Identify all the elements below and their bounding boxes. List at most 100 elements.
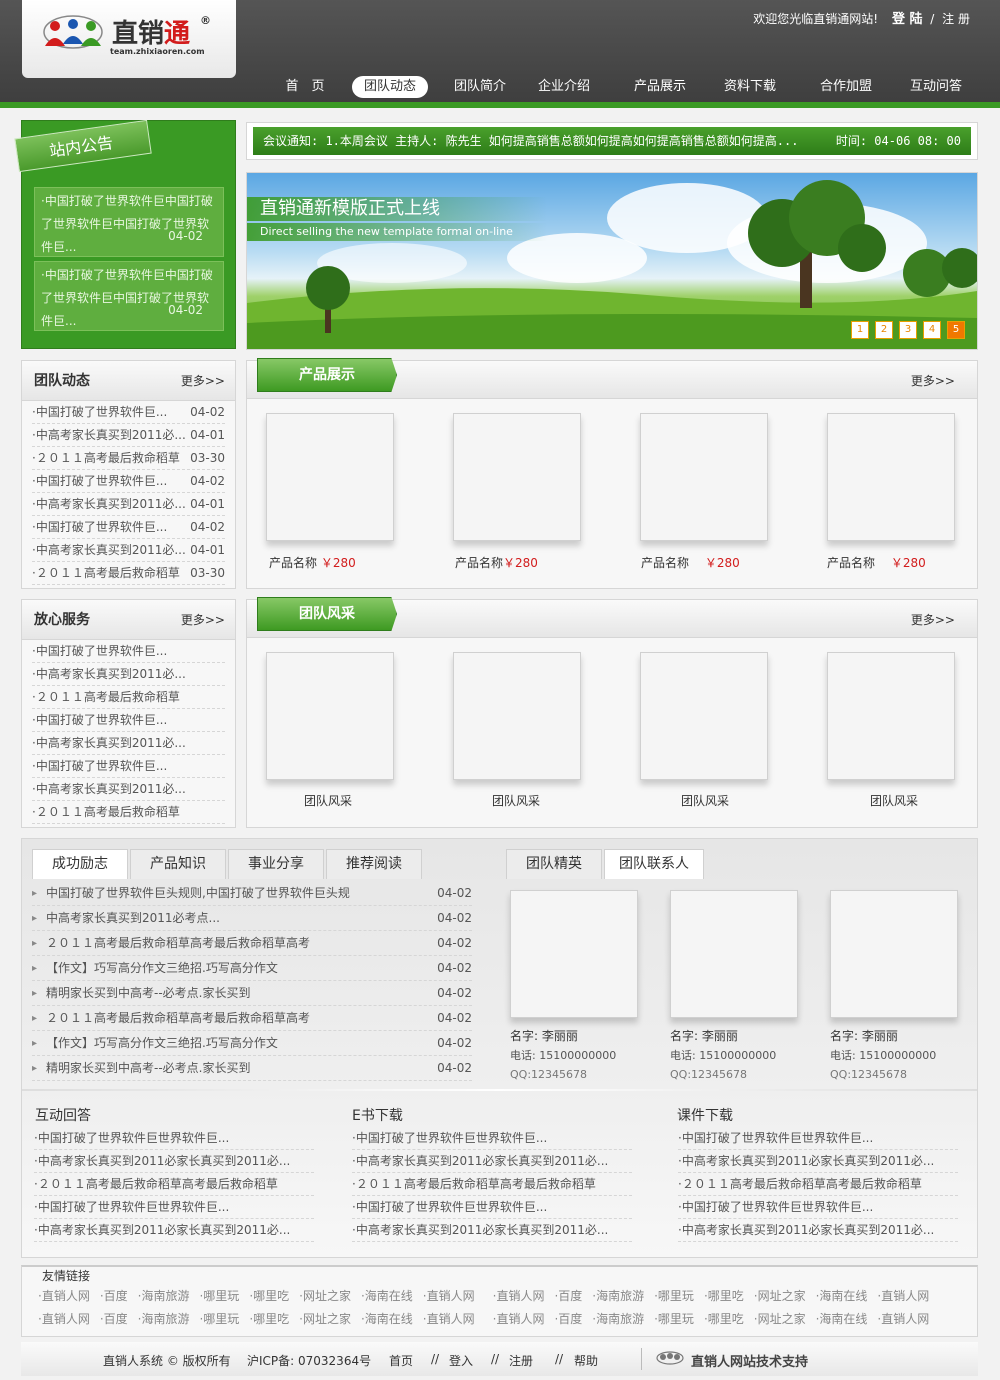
banner-page-1[interactable]: 1 bbox=[851, 321, 869, 339]
article-item[interactable]: ▸ 精明家长买到中高考--必考点.家长买到 04-02 bbox=[32, 981, 472, 1006]
team-style-caption[interactable]: 团队风采 bbox=[681, 792, 729, 809]
nav-downloads[interactable]: 资料下载 bbox=[710, 76, 790, 98]
friend-link[interactable]: ·直销人网 bbox=[877, 1289, 929, 1303]
banner-page-4[interactable]: 4 bbox=[923, 321, 941, 339]
friend-link[interactable]: ·直销人网 bbox=[493, 1312, 545, 1326]
download-item[interactable]: ·中国打破了世界软件巨世界软件巨... bbox=[678, 1127, 958, 1150]
friend-link[interactable]: ·哪里吃 bbox=[249, 1312, 289, 1326]
friend-link[interactable]: ·海南旅游 bbox=[138, 1312, 190, 1326]
team-style-image[interactable] bbox=[453, 652, 581, 780]
service-item[interactable]: ·中国打破了世界软件巨... bbox=[32, 755, 225, 778]
footer-link-register[interactable]: 注册 bbox=[509, 1352, 533, 1369]
friend-link[interactable]: ·直销人网 bbox=[38, 1312, 90, 1326]
download-item[interactable]: ·中高考家长真买到2011必家长真买到2011必... bbox=[678, 1150, 958, 1173]
download-item[interactable]: ·中高考家长真买到2011必家长真买到2011必... bbox=[678, 1219, 958, 1242]
team-news-item[interactable]: ·中高考家长真买到2011必... 04-01 bbox=[32, 424, 225, 447]
team-news-item[interactable]: ·中高考家长真买到2011必... 04-01 bbox=[32, 493, 225, 516]
article-item[interactable]: ▸ 【作文】巧写高分作文三绝招.巧写高分作文 04-02 bbox=[32, 956, 472, 981]
product-image[interactable] bbox=[640, 413, 768, 541]
tab-team-elite[interactable]: 团队精英 bbox=[506, 849, 602, 879]
download-item[interactable]: ·中国打破了世界软件巨世界软件巨... bbox=[352, 1127, 632, 1150]
tab-success[interactable]: 成功励志 bbox=[32, 849, 128, 879]
notice-item[interactable]: ·中国打破了世界软件巨中国打破了世界软件巨中国打破了世界软件巨... 04-02 bbox=[34, 187, 224, 257]
team-news-item[interactable]: ·中国打破了世界软件巨... 04-02 bbox=[32, 470, 225, 493]
service-item[interactable]: ·２０１１高考最后救命稻草 bbox=[32, 686, 225, 709]
friend-link[interactable]: ·海南在线 bbox=[816, 1312, 868, 1326]
article-item[interactable]: ▸ 中高考家长真买到2011必考点... 04-02 bbox=[32, 906, 472, 931]
friend-link[interactable]: ·直销人网 bbox=[423, 1289, 475, 1303]
tab-career-share[interactable]: 事业分享 bbox=[228, 849, 324, 879]
friend-link[interactable]: ·百度 bbox=[554, 1289, 582, 1303]
download-item[interactable]: ·中高考家长真买到2011必家长真买到2011必... bbox=[34, 1150, 314, 1173]
nav-company[interactable]: 企业介绍 bbox=[524, 76, 604, 98]
friend-link[interactable]: ·哪里吃 bbox=[249, 1289, 289, 1303]
team-news-item[interactable]: ·２０１１高考最后救命稻草 03-30 bbox=[32, 562, 225, 585]
product-caption[interactable]: 产品名称 ￥280 bbox=[269, 554, 356, 571]
team-news-more-link[interactable]: 更多>> bbox=[181, 361, 225, 401]
contact-photo[interactable] bbox=[670, 890, 798, 1018]
download-item[interactable]: ·２０１１高考最后救命稻草高考最后救命稻草 bbox=[678, 1173, 958, 1196]
nav-team-news[interactable]: 团队动态 bbox=[352, 76, 428, 98]
friend-link[interactable]: ·网址之家 bbox=[754, 1289, 806, 1303]
product-caption[interactable]: 产品名称 ￥280 bbox=[827, 554, 926, 571]
notice-item[interactable]: ·中国打破了世界软件巨中国打破了世界软件巨中国打破了世界软件巨... 04-02 bbox=[34, 261, 224, 331]
friend-link[interactable]: ·哪里玩 bbox=[199, 1312, 239, 1326]
article-item[interactable]: ▸ ２０１１高考最后救命稻草高考最后救命稻草高考 04-02 bbox=[32, 1006, 472, 1031]
friend-link[interactable]: ·海南旅游 bbox=[592, 1289, 644, 1303]
banner-page-5[interactable]: 5 bbox=[947, 321, 965, 339]
service-item[interactable]: ·中国打破了世界软件巨... bbox=[32, 640, 225, 663]
team-style-caption[interactable]: 团队风采 bbox=[492, 792, 540, 809]
friend-link[interactable]: ·百度 bbox=[554, 1312, 582, 1326]
team-news-item[interactable]: ·２０１１高考最后救命稻草 03-30 bbox=[32, 447, 225, 470]
friend-link[interactable]: ·直销人网 bbox=[877, 1312, 929, 1326]
team-news-item[interactable]: ·中高考家长真买到2011必... 04-01 bbox=[32, 539, 225, 562]
login-link[interactable]: 登 陆 bbox=[892, 12, 923, 27]
download-item[interactable]: ·２０１１高考最后救命稻草高考最后救命稻草 bbox=[352, 1173, 632, 1196]
service-item[interactable]: ·２０１１高考最后救命稻草 bbox=[32, 801, 225, 824]
tab-recommended[interactable]: 推荐阅读 bbox=[326, 849, 422, 879]
meeting-text[interactable]: 会议通知: 1.本周会议 主持人: 陈先生 如何提高销售总额如何提高如何提高销售… bbox=[263, 134, 798, 148]
friend-link[interactable]: ·百度 bbox=[100, 1312, 128, 1326]
article-item[interactable]: ▸ 【作文】巧写高分作文三绝招.巧写高分作文 04-02 bbox=[32, 1031, 472, 1056]
products-more-link[interactable]: 更多>> bbox=[911, 361, 955, 401]
friend-link[interactable]: ·网址之家 bbox=[754, 1312, 806, 1326]
friend-link[interactable]: ·哪里玩 bbox=[654, 1312, 694, 1326]
friend-link[interactable]: ·百度 bbox=[100, 1289, 128, 1303]
friend-link[interactable]: ·哪里吃 bbox=[704, 1312, 744, 1326]
download-item[interactable]: ·中国打破了世界软件巨世界软件巨... bbox=[678, 1196, 958, 1219]
friend-link[interactable]: ·海南旅游 bbox=[592, 1312, 644, 1326]
tab-team-contact[interactable]: 团队联系人 bbox=[604, 849, 704, 879]
service-item[interactable]: ·中高考家长真买到2011必... bbox=[32, 778, 225, 801]
friend-link[interactable]: ·网址之家 bbox=[299, 1289, 351, 1303]
service-item[interactable]: ·中高考家长真买到2011必... bbox=[32, 663, 225, 686]
friend-link[interactable]: ·哪里玩 bbox=[199, 1289, 239, 1303]
banner-page-2[interactable]: 2 bbox=[875, 321, 893, 339]
product-caption[interactable]: 产品名称 ￥280 bbox=[641, 554, 740, 571]
banner[interactable]: 直销通新模版正式上线 Direct selling the new templa… bbox=[246, 172, 978, 350]
product-image[interactable] bbox=[453, 413, 581, 541]
nav-team-intro[interactable]: 团队简介 bbox=[440, 76, 520, 98]
friend-link[interactable]: ·海南在线 bbox=[361, 1312, 413, 1326]
team-style-caption[interactable]: 团队风采 bbox=[304, 792, 352, 809]
nav-qa[interactable]: 互动问答 bbox=[896, 76, 976, 98]
friend-link[interactable]: ·哪里玩 bbox=[654, 1289, 694, 1303]
team-style-image[interactable] bbox=[827, 652, 955, 780]
footer-link-help[interactable]: 帮助 bbox=[574, 1352, 598, 1369]
friend-link[interactable]: ·直销人网 bbox=[38, 1289, 90, 1303]
service-item[interactable]: ·中高考家长真买到2011必... bbox=[32, 732, 225, 755]
nav-join[interactable]: 合作加盟 bbox=[806, 76, 886, 98]
team-news-item[interactable]: ·中国打破了世界软件巨... 04-02 bbox=[32, 516, 225, 539]
footer-link-home[interactable]: 首页 bbox=[389, 1352, 413, 1369]
nav-home[interactable]: 首 页 bbox=[260, 76, 350, 98]
friend-link[interactable]: ·海南在线 bbox=[816, 1289, 868, 1303]
article-item[interactable]: ▸ 中国打破了世界软件巨头规则,中国打破了世界软件巨头规 04-02 bbox=[32, 881, 472, 906]
friend-link[interactable]: ·海南旅游 bbox=[138, 1289, 190, 1303]
logo[interactable]: 直销通 ® team.zhixiaoren.com bbox=[22, 0, 236, 78]
download-item[interactable]: ·中高考家长真买到2011必家长真买到2011必... bbox=[352, 1219, 632, 1242]
product-image[interactable] bbox=[827, 413, 955, 541]
tab-product-knowledge[interactable]: 产品知识 bbox=[130, 849, 226, 879]
download-item[interactable]: ·中高考家长真买到2011必家长真买到2011必... bbox=[352, 1150, 632, 1173]
download-item[interactable]: ·中高考家长真买到2011必家长真买到2011必... bbox=[34, 1219, 314, 1242]
service-item[interactable]: ·中国打破了世界软件巨... bbox=[32, 709, 225, 732]
nav-products[interactable]: 产品展示 bbox=[620, 76, 700, 98]
